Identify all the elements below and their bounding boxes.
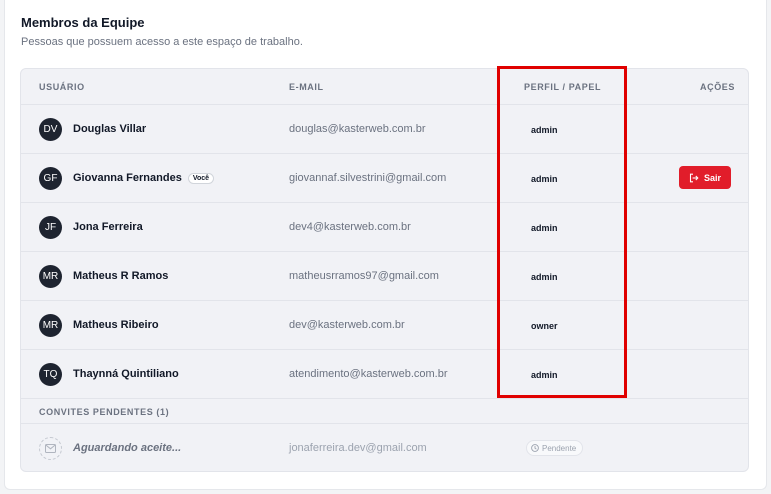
header-email: E-MAIL <box>289 82 324 92</box>
member-email: dev4@kasterweb.com.br <box>289 221 411 233</box>
avatar: GF <box>39 167 62 190</box>
avatar: MR <box>39 314 62 337</box>
member-email: douglas@kasterweb.com.br <box>289 123 426 135</box>
avatar: TQ <box>39 363 62 386</box>
avatar: MR <box>39 265 62 288</box>
pending-invites-header: CONVITES PENDENTES (1) <box>21 399 748 424</box>
member-name: Giovanna Fernandes Você <box>73 172 215 184</box>
member-role: admin <box>531 125 558 135</box>
mail-icon <box>39 437 62 460</box>
member-name: Jona Ferreira <box>73 221 143 233</box>
member-name: Matheus Ribeiro <box>73 319 159 331</box>
avatar: DV <box>39 118 62 141</box>
member-role: owner <box>531 321 558 331</box>
member-email: giovannaf.silvestrini@gmail.com <box>289 172 447 184</box>
logout-icon <box>689 173 699 182</box>
member-role: admin <box>531 272 558 282</box>
member-name: Thaynná Quintiliano <box>73 368 179 380</box>
member-name: Matheus R Ramos <box>73 270 169 282</box>
member-role: admin <box>531 174 558 184</box>
member-row: DV Douglas Villar douglas@kasterweb.com.… <box>21 105 748 154</box>
member-row: JF Jona Ferreira dev4@kasterweb.com.br a… <box>21 203 748 252</box>
member-row: GF Giovanna Fernandes Você giovannaf.silv… <box>21 154 748 203</box>
pending-invites-label: CONVITES PENDENTES (1) <box>39 407 170 417</box>
section-subtitle: Pessoas que possuem acesso a este espaço… <box>21 36 303 48</box>
header-role: PERFIL / PAPEL <box>524 82 602 92</box>
member-email: atendimento@kasterweb.com.br <box>289 368 448 380</box>
member-row: TQ Thaynná Quintiliano atendimento@kaste… <box>21 350 748 399</box>
member-name: Douglas Villar <box>73 123 147 135</box>
member-email: dev@kasterweb.com.br <box>289 319 405 331</box>
avatar: JF <box>39 216 62 239</box>
member-role: admin <box>531 370 558 380</box>
clock-icon <box>531 444 539 452</box>
member-row: MR Matheus Ribeiro dev@kasterweb.com.br … <box>21 301 748 350</box>
you-badge: Você <box>187 173 215 184</box>
header-user: USUÁRIO <box>39 82 85 92</box>
leave-button[interactable]: Sair <box>679 166 731 189</box>
table-header: USUÁRIO E-MAIL PERFIL / PAPEL AÇÕES <box>21 69 748 105</box>
pending-status-label: Pendente <box>542 443 577 453</box>
pending-invite-row: Aguardando aceite... jonaferreira.dev@gm… <box>21 424 748 471</box>
members-table: USUÁRIO E-MAIL PERFIL / PAPEL AÇÕES DV D… <box>20 68 749 472</box>
member-row: MR Matheus R Ramos matheusrramos97@gmail… <box>21 252 748 301</box>
section-title: Membros da Equipe <box>21 15 145 30</box>
pending-status-badge: Pendente <box>526 440 584 456</box>
member-email: matheusrramos97@gmail.com <box>289 270 439 282</box>
leave-button-label: Sair <box>703 172 721 183</box>
awaiting-acceptance-label: Aguardando aceite... <box>73 442 182 454</box>
header-actions: AÇÕES <box>700 82 736 92</box>
invite-email: jonaferreira.dev@gmail.com <box>289 442 427 454</box>
member-name-text: Giovanna Fernandes <box>73 172 182 184</box>
member-role: admin <box>531 223 558 233</box>
